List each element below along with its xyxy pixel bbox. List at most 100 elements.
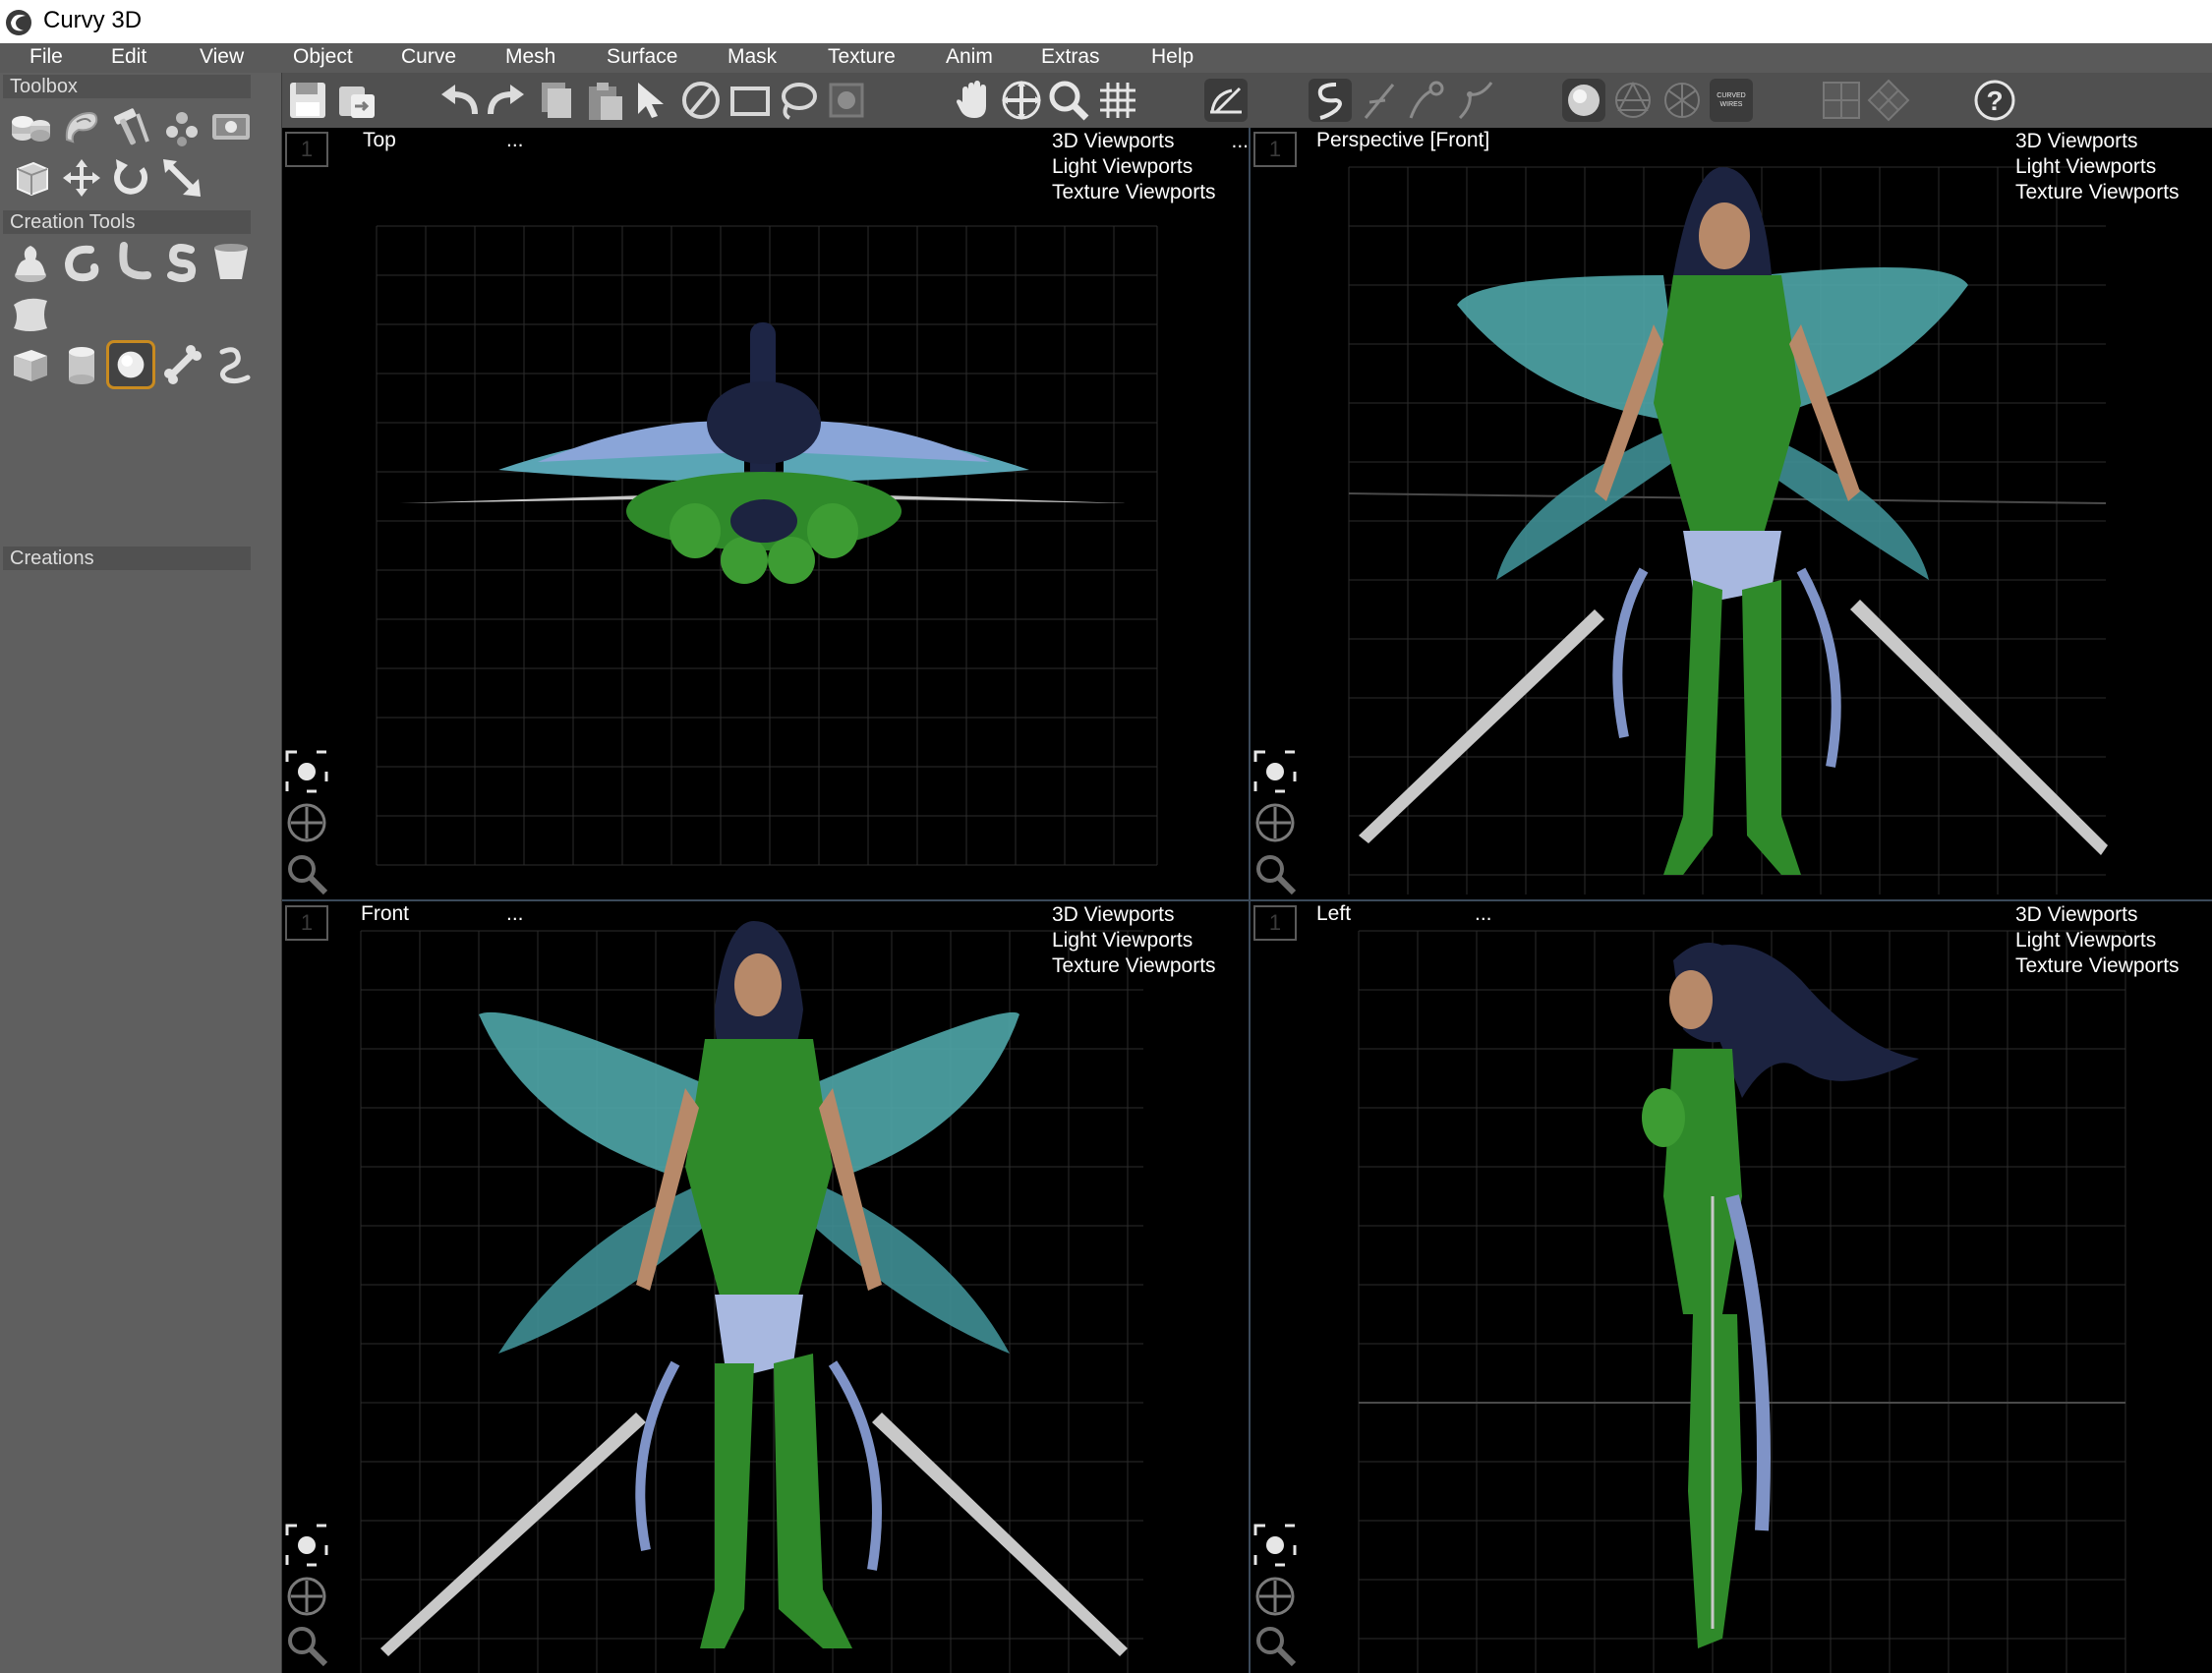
hook-shape-tool[interactable]	[59, 240, 104, 285]
redo-button[interactable]	[483, 77, 530, 124]
s-curve-tool[interactable]	[159, 240, 204, 285]
hammer-tool[interactable]	[108, 104, 153, 149]
paste-button[interactable]	[581, 77, 628, 124]
viewport-pan-button[interactable]	[282, 798, 331, 847]
viewport-type-light[interactable]: Light Viewports	[1052, 928, 1249, 953]
sculpt-blob-tool[interactable]	[8, 240, 53, 285]
cup-shape-tool[interactable]	[208, 240, 254, 285]
save-as-button[interactable]	[333, 77, 380, 124]
curve-style-2-button[interactable]	[1356, 77, 1403, 124]
viewport-zoom-button[interactable]	[1251, 849, 1300, 898]
viewport-top[interactable]: 1 Top ... 3D Viewports ... Light Viewpor…	[282, 128, 1249, 899]
viewport-left[interactable]: 1 Left ... 3D Viewports Light Viewports …	[1251, 901, 2212, 1673]
menu-curve[interactable]: Curve	[401, 45, 456, 69]
viewport-type-3d[interactable]: 3D Viewports	[2015, 129, 2212, 154]
menu-object[interactable]: Object	[293, 45, 353, 69]
viewport-pan-button[interactable]	[282, 1572, 331, 1621]
scale-tool[interactable]	[159, 155, 204, 201]
menu-mesh[interactable]: Mesh	[505, 45, 555, 69]
objects-tool[interactable]	[8, 104, 53, 149]
viewport-zoom-button[interactable]	[1251, 1621, 1300, 1670]
grid-toggle-button[interactable]	[1094, 77, 1141, 124]
viewport-type-3d[interactable]: 3D Viewports ...	[1052, 129, 1249, 154]
viewport-number-badge[interactable]: 1	[1253, 132, 1297, 167]
surface-sheet-tool[interactable]	[8, 291, 53, 336]
menu-texture[interactable]: Texture	[828, 45, 896, 69]
box-select-tool[interactable]	[8, 155, 53, 201]
cube-primitive-tool[interactable]	[8, 342, 53, 387]
menu-surface[interactable]: Surface	[607, 45, 677, 69]
cylinder-primitive-tool[interactable]	[59, 342, 104, 387]
help-button[interactable]: ?	[1971, 77, 2018, 124]
viewport-type-3d[interactable]: 3D Viewports	[2015, 902, 2212, 928]
zoom-button[interactable]	[1045, 77, 1092, 124]
sphere-primitive-tool[interactable]	[106, 340, 155, 389]
viewport-pan-button[interactable]	[1251, 1572, 1300, 1621]
wire-view-button[interactable]	[1609, 77, 1657, 124]
viewport-title[interactable]: Front	[361, 902, 409, 926]
shaded-view-button[interactable]	[1560, 77, 1607, 124]
deselect-button[interactable]	[677, 77, 725, 124]
viewport-type-light[interactable]: Light Viewports	[2015, 928, 2212, 953]
tube-primitive-tool[interactable]	[208, 342, 254, 387]
wire-sphere-icon	[1615, 81, 1651, 118]
viewport-type-light[interactable]: Light Viewports	[1052, 154, 1249, 180]
viewport-title[interactable]: Left	[1316, 902, 1351, 926]
viewport-type-3d[interactable]: 3D Viewports	[1052, 902, 1249, 928]
curve-draw-button[interactable]	[1307, 77, 1354, 124]
angle-tool-button[interactable]	[1202, 77, 1250, 124]
viewport-camera-button[interactable]	[1251, 747, 1300, 796]
menu-view[interactable]: View	[200, 45, 244, 69]
points-tool[interactable]	[159, 104, 204, 149]
orbit-button[interactable]	[998, 77, 1045, 124]
viewport-perspective[interactable]: 1 Perspective [Front] 3D Viewports Light…	[1251, 128, 2212, 899]
mask-select-button[interactable]	[823, 77, 870, 124]
bone-primitive-tool[interactable]	[159, 342, 204, 387]
viewport-camera-button[interactable]	[282, 1521, 331, 1570]
viewport-options-ellipsis[interactable]: ...	[506, 902, 524, 926]
viewport-camera-button[interactable]	[1251, 1521, 1300, 1570]
menu-help[interactable]: Help	[1151, 45, 1193, 69]
mesh-view-button[interactable]	[1659, 77, 1706, 124]
rotate-tool[interactable]	[108, 155, 153, 201]
quad-view-button[interactable]	[1818, 77, 1865, 124]
curve-style-4-button[interactable]	[1452, 77, 1499, 124]
viewport-number-badge[interactable]: 1	[285, 905, 328, 941]
undo-button[interactable]	[436, 77, 483, 124]
menu-mask[interactable]: Mask	[728, 45, 777, 69]
diamond-view-button[interactable]	[1865, 77, 1912, 124]
viewport-zoom-button[interactable]	[282, 849, 331, 898]
image-frame-tool[interactable]	[208, 104, 254, 149]
curved-wires-button[interactable]: CURVED WIRES	[1708, 77, 1755, 124]
rect-select-button[interactable]	[727, 77, 774, 124]
viewport-options-ellipsis[interactable]: ...	[1475, 902, 1492, 926]
curve-edit-tool[interactable]	[59, 104, 104, 149]
viewport-divider-horizontal[interactable]	[282, 899, 2212, 901]
curve-style-3-button[interactable]	[1403, 77, 1450, 124]
viewport-type-texture[interactable]: Texture Viewports	[2015, 180, 2212, 205]
viewport-front[interactable]: 1 Front ... 3D Viewports Light Viewports…	[282, 901, 1249, 1673]
viewport-number-badge[interactable]: 1	[285, 132, 328, 167]
save-button[interactable]	[284, 77, 331, 124]
menu-anim[interactable]: Anim	[946, 45, 993, 69]
viewport-options-ellipsis[interactable]: ...	[506, 129, 524, 152]
viewport-title[interactable]: Top	[363, 129, 396, 152]
viewport-title[interactable]: Perspective [Front]	[1316, 129, 1489, 152]
select-button[interactable]	[628, 77, 675, 124]
pan-button[interactable]	[951, 77, 998, 124]
copy-button[interactable]	[532, 77, 579, 124]
move-tool[interactable]	[59, 155, 104, 201]
viewport-type-texture[interactable]: Texture Viewports	[1052, 953, 1249, 979]
viewport-camera-button[interactable]	[282, 747, 331, 796]
bent-tube-tool[interactable]	[108, 240, 153, 285]
viewport-type-texture[interactable]: Texture Viewports	[2015, 953, 2212, 979]
lasso-select-button[interactable]	[774, 77, 821, 124]
viewport-zoom-button[interactable]	[282, 1621, 331, 1670]
menu-file[interactable]: File	[29, 45, 63, 69]
menu-extras[interactable]: Extras	[1041, 45, 1100, 69]
viewport-pan-button[interactable]	[1251, 798, 1300, 847]
viewport-number-badge[interactable]: 1	[1253, 905, 1297, 941]
menu-edit[interactable]: Edit	[111, 45, 146, 69]
viewport-type-texture[interactable]: Texture Viewports	[1052, 180, 1249, 205]
viewport-type-light[interactable]: Light Viewports	[2015, 154, 2212, 180]
